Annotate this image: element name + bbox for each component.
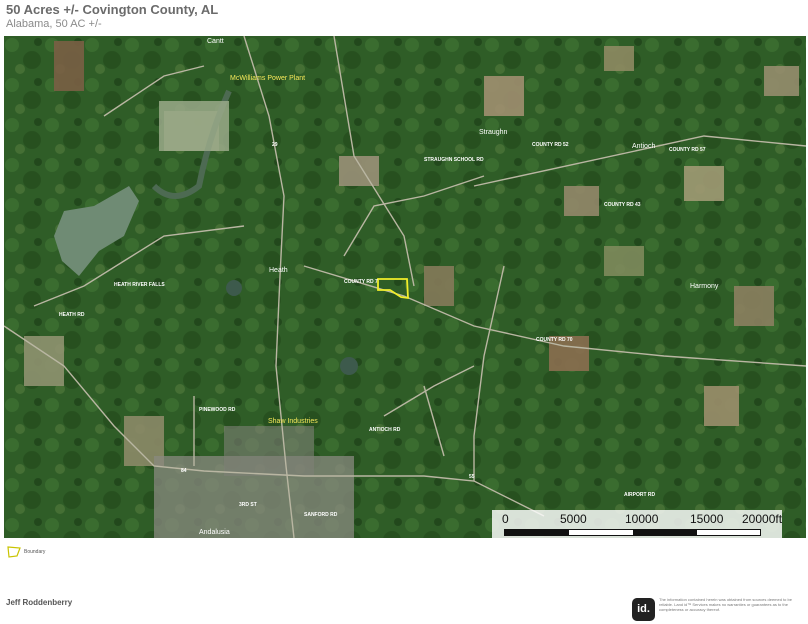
scale-bar: 0 5000 10000 15000 20000ft <box>492 510 782 538</box>
scale-label: 0 <box>502 512 509 526</box>
road-label: COUNTY RD 70 <box>536 337 573 343</box>
road-label: PINEWOOD RD <box>199 407 236 413</box>
map-canvas: Cantt Straughn Antioch Heath Harmony And… <box>4 36 806 538</box>
place-label: Cantt <box>207 38 224 45</box>
scale-label: 20000ft <box>742 512 783 526</box>
road-label: COUNTY RD 57 <box>669 147 706 153</box>
road-label: 84 <box>181 468 187 474</box>
place-label: Straughn <box>479 129 508 136</box>
scale-label: 15000 <box>690 512 724 526</box>
road-label: HEATH RIVER FALLS <box>114 282 165 288</box>
road-label: COUNTY RD 43 <box>604 202 641 208</box>
road-label: SANFORD RD <box>304 512 338 518</box>
pond <box>226 280 242 296</box>
road-label: HEATH RD <box>59 312 85 318</box>
land-id-logo: id. <box>632 598 655 621</box>
power-plant-site <box>159 101 229 151</box>
road-label: STRAUGHN SCHOOL RD <box>424 157 484 163</box>
place-label: Harmony <box>690 283 719 290</box>
road-label: 29 <box>272 142 278 148</box>
poi-label: McWilliams Power Plant <box>230 75 305 82</box>
legend-label: Boundary <box>24 549 46 555</box>
road-label: COUNTY RD 52 <box>532 142 569 148</box>
place-label: Heath <box>269 267 288 274</box>
road-label: AIRPORT RD <box>624 492 656 498</box>
map-subtitle: Alabama, 50 AC +/- <box>6 18 102 30</box>
satellite-map[interactable]: Cantt Straughn Antioch Heath Harmony And… <box>4 36 806 538</box>
road-label: ANTIOCH RD <box>369 427 401 433</box>
boundary-legend-icon <box>7 546 21 558</box>
scale-label: 5000 <box>560 512 587 526</box>
scale-bar-graphic <box>504 529 761 536</box>
road-label: 55 <box>469 474 475 480</box>
road-label: COUNTY RD 7 <box>344 279 378 285</box>
map-title: 50 Acres +/- Covington County, AL <box>6 2 219 17</box>
road-label: 3RD ST <box>239 502 257 508</box>
scale-label: 10000 <box>625 512 659 526</box>
place-label: Andalusia <box>199 529 230 536</box>
pond <box>340 357 358 375</box>
agent-name: Jeff Roddenberry <box>6 598 73 607</box>
poi-label: Shaw Industries <box>268 418 318 425</box>
place-label: Antioch <box>632 143 655 150</box>
disclaimer-text: The information contained herein was obt… <box>659 597 792 612</box>
